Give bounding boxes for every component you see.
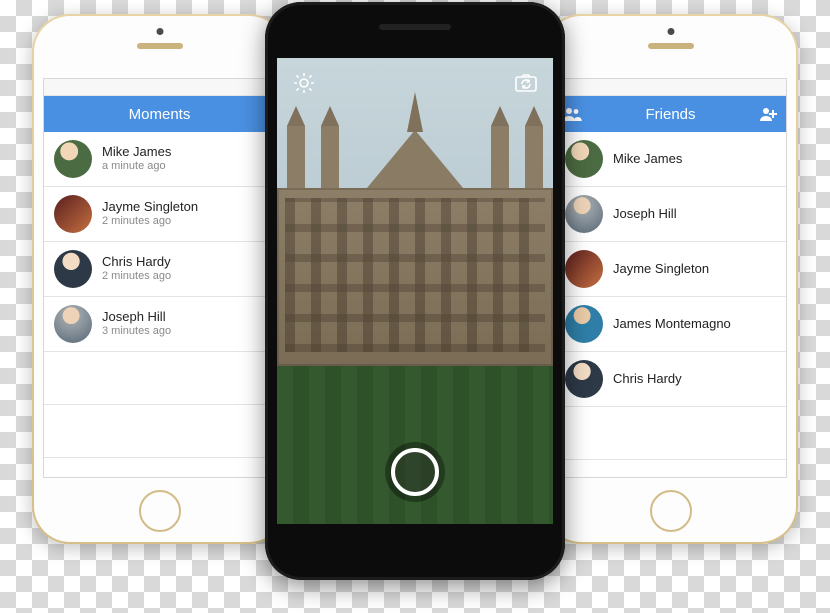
user-name: Chris Hardy [613,372,682,387]
scene-tower [321,126,339,198]
switch-camera-button[interactable] [511,68,541,98]
list-item-empty [44,458,275,478]
add-friend-icon [759,107,779,121]
timestamp: a minute ago [102,160,171,173]
scene-tower [287,126,305,198]
moments-list: Mike James a minute ago Jayme Singleton … [44,132,275,478]
brightness-icon [293,72,315,94]
avatar [54,305,92,343]
timestamp: 2 minutes ago [102,270,171,283]
list-item-empty [555,460,786,478]
avatar [565,305,603,343]
screen-camera [277,58,553,524]
nav-bar-moments: Moments [44,96,275,132]
list-item[interactable]: Jayme Singleton 2 minutes ago [44,187,275,242]
earpiece-speaker [648,43,694,49]
scene-building [277,188,553,365]
avatar [565,360,603,398]
user-name: Jayme Singleton [613,262,709,277]
status-bar [555,79,786,96]
user-name: Mike James [102,145,171,160]
brightness-button[interactable] [289,68,319,98]
earpiece-speaker [379,24,451,30]
list-item[interactable]: Mike James a minute ago [44,132,275,187]
timestamp: 3 minutes ago [102,325,171,338]
user-name: Jayme Singleton [102,200,198,215]
status-bar [44,79,275,96]
timestamp: 2 minutes ago [102,215,198,228]
add-friend-button[interactable] [752,107,786,121]
front-camera-dot [667,28,674,35]
device-iphone-moments: Moments Mike James a minute ago Jayme Si… [32,14,287,544]
friends-group-icon [562,107,582,121]
page-title: Friends [589,106,752,123]
list-item-empty [555,407,786,460]
front-camera-dot [156,28,163,35]
list-item[interactable]: Mike James [555,132,786,187]
user-name: Chris Hardy [102,255,171,270]
list-item[interactable]: Joseph Hill 3 minutes ago [44,297,275,352]
user-name: James Montemagno [613,317,731,332]
scene-spire [407,92,423,132]
avatar [54,195,92,233]
user-name: Mike James [613,152,682,167]
avatar [565,140,603,178]
avatar [565,195,603,233]
friends-list: Mike James Joseph Hill Jayme Singleton J… [555,132,786,478]
user-name: Joseph Hill [613,207,677,222]
list-item[interactable]: Joseph Hill [555,187,786,242]
camera-viewfinder [277,58,553,524]
screen-moments: Moments Mike James a minute ago Jayme Si… [43,78,276,478]
list-item[interactable]: James Montemagno [555,297,786,352]
shutter-button[interactable] [385,442,445,502]
scene-tower [491,126,509,198]
list-item-empty [44,405,275,458]
scene-tower [525,126,543,198]
switch-camera-icon [514,73,538,93]
earpiece-speaker [137,43,183,49]
home-button[interactable] [650,490,692,532]
list-item-empty [44,352,275,405]
list-item[interactable]: Jayme Singleton [555,242,786,297]
user-name: Joseph Hill [102,310,171,325]
avatar [54,140,92,178]
scene-gable [367,130,463,188]
device-android-camera [265,2,565,580]
home-button[interactable] [139,490,181,532]
page-title: Moments [78,106,241,123]
nav-bar-friends: Friends [555,96,786,132]
screen-friends: Friends Mike James Joseph Hill Jayme Sin… [554,78,787,478]
list-item[interactable]: Chris Hardy [555,352,786,407]
device-iphone-friends: Friends Mike James Joseph Hill Jayme Sin… [543,14,798,544]
avatar [54,250,92,288]
list-item[interactable]: Chris Hardy 2 minutes ago [44,242,275,297]
shutter-ring-icon [391,448,439,496]
avatar [565,250,603,288]
